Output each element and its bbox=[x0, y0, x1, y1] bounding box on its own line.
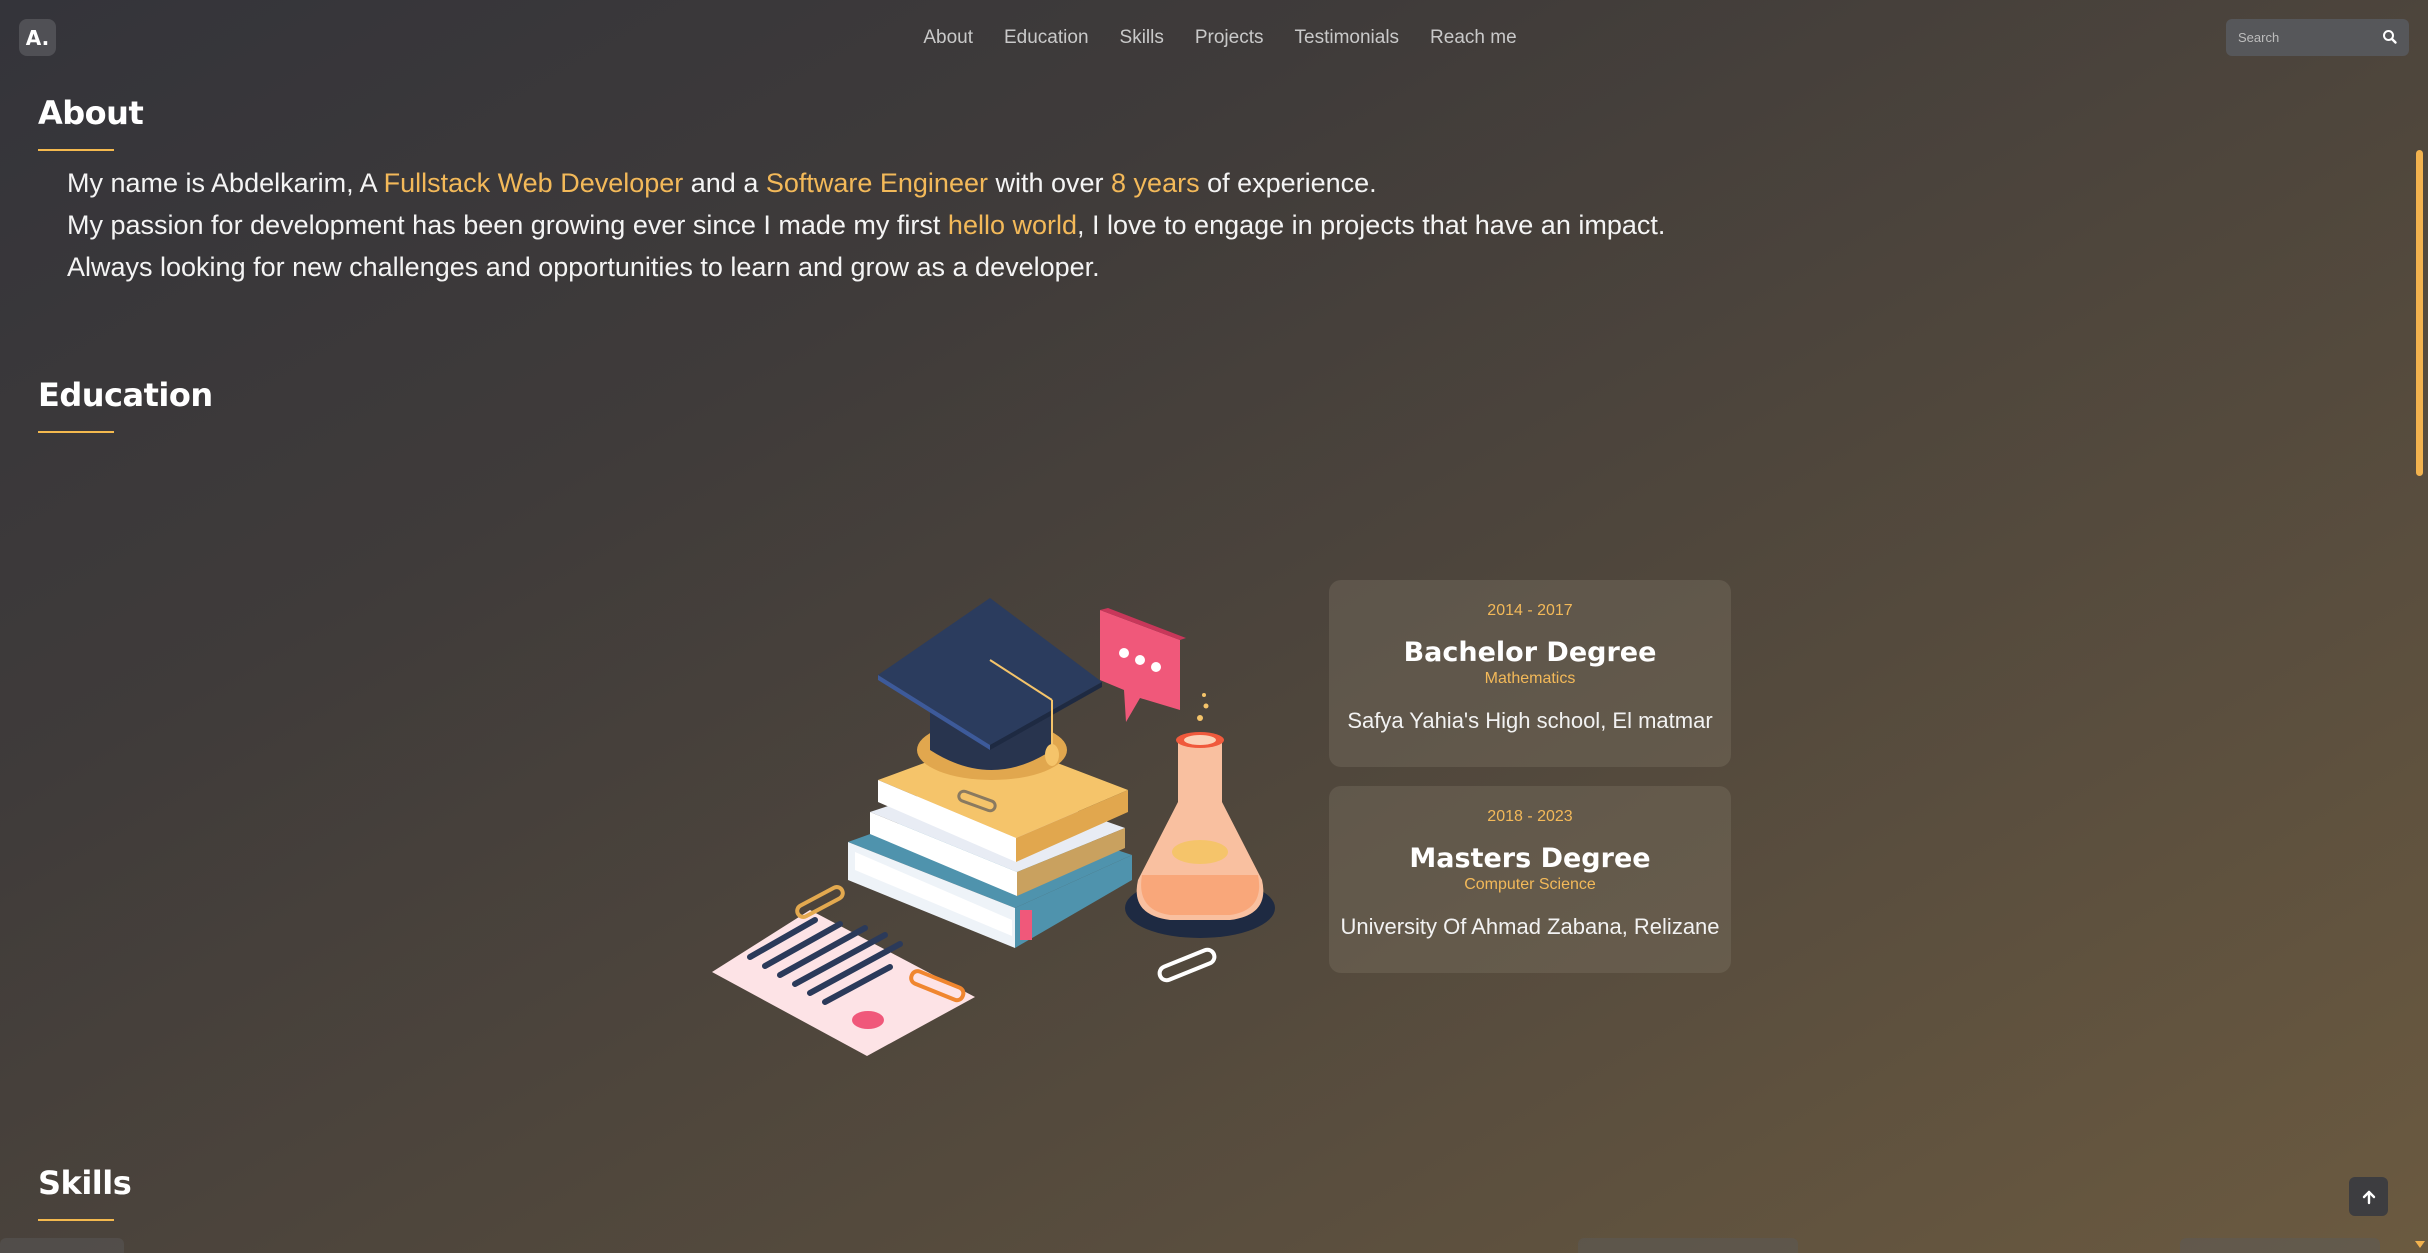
search-icon[interactable] bbox=[2381, 28, 2399, 46]
about-line-1: My name is Abdelkarim, A Fullstack Web D… bbox=[67, 168, 1377, 198]
about-heading: About bbox=[38, 94, 144, 132]
search-input[interactable] bbox=[2226, 29, 2380, 46]
skill-card-edge bbox=[2180, 1238, 2380, 1253]
about-line-3: Always looking for new challenges and op… bbox=[67, 252, 1100, 282]
education-school: University Of Ahmad Zabana, Relizane bbox=[1340, 914, 1720, 939]
about-text: My name is Abdelkarim, A Fullstack Web D… bbox=[67, 162, 1665, 288]
about-line-2: My passion for development has been grow… bbox=[67, 210, 1666, 240]
arrow-up-icon bbox=[2362, 1190, 2375, 1204]
skill-card-edge bbox=[0, 1238, 124, 1253]
skills-heading: Skills bbox=[38, 1164, 132, 1202]
education-underline bbox=[38, 431, 114, 433]
education-illustration bbox=[700, 590, 1290, 1060]
education-degree: Masters Degree bbox=[1409, 843, 1651, 874]
education-years: 2014 - 2017 bbox=[1487, 602, 1573, 619]
main-nav: About Education Skills Projects Testimon… bbox=[0, 24, 2428, 52]
education-card-bachelor: 2014 - 2017 Bachelor Degree Mathematics … bbox=[1329, 580, 1731, 767]
education-heading: Education bbox=[38, 376, 213, 414]
nav-projects[interactable]: Projects bbox=[1195, 24, 1264, 52]
search-box bbox=[2226, 19, 2409, 56]
nav-skills[interactable]: Skills bbox=[1120, 24, 1164, 52]
skills-underline bbox=[38, 1219, 114, 1221]
education-field: Computer Science bbox=[1464, 876, 1596, 893]
education-school: Safya Yahia's High school, El matmar bbox=[1347, 708, 1713, 733]
about-underline bbox=[38, 149, 114, 151]
education-degree: Bachelor Degree bbox=[1403, 637, 1657, 668]
nav-about[interactable]: About bbox=[923, 24, 973, 52]
education-years: 2018 - 2023 bbox=[1487, 808, 1573, 825]
nav-testimonials[interactable]: Testimonials bbox=[1295, 24, 1400, 52]
education-field: Mathematics bbox=[1484, 670, 1576, 687]
scroll-down-arrow-icon[interactable] bbox=[2415, 1241, 2425, 1248]
nav-reach-me[interactable]: Reach me bbox=[1430, 24, 1517, 52]
scroll-to-top-button[interactable] bbox=[2349, 1177, 2388, 1216]
education-card-masters: 2018 - 2023 Masters Degree Computer Scie… bbox=[1329, 786, 1731, 973]
scrollbar-thumb[interactable] bbox=[2416, 150, 2423, 476]
skill-card-edge bbox=[1578, 1238, 1798, 1253]
nav-education[interactable]: Education bbox=[1004, 24, 1089, 52]
